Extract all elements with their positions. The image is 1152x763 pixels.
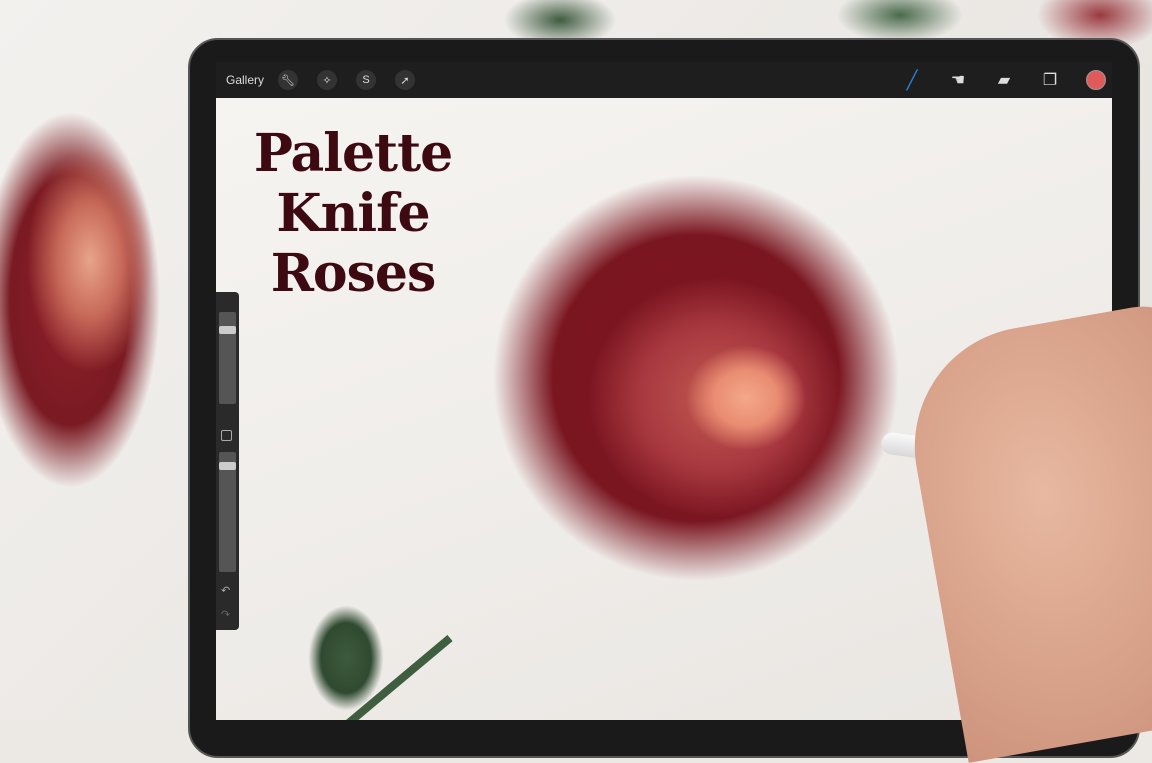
eraser-icon[interactable]: ▰ <box>994 70 1014 90</box>
color-picker-button[interactable] <box>1086 70 1106 90</box>
brush-size-slider[interactable] <box>219 312 236 404</box>
gallery-button[interactable]: Gallery <box>226 73 264 87</box>
layers-icon[interactable]: ❐ <box>1040 70 1060 90</box>
rose-stem <box>340 634 453 720</box>
smudge-icon[interactable]: ☚ <box>948 70 968 90</box>
title-line: Palette <box>253 123 453 184</box>
selection-icon[interactable]: S <box>356 70 377 90</box>
undo-icon[interactable]: ↶ <box>221 584 230 597</box>
title-text: Palette Knife Roses <box>250 124 456 304</box>
brush-icon[interactable]: ╱ <box>902 70 922 91</box>
arrow-icon[interactable]: ➚ <box>395 70 416 90</box>
opacity-slider[interactable] <box>219 452 236 572</box>
magic-wand-icon[interactable]: ✧ <box>317 70 338 90</box>
modify-button[interactable] <box>221 430 232 441</box>
slider-thumb[interactable] <box>219 326 236 334</box>
top-toolbar: Gallery 🔧︎ ✧ S ➚ ╱ ☚ ▰ ❐ <box>216 62 1112 98</box>
title-line: Knife <box>276 183 430 244</box>
title-line: Roses <box>270 243 437 304</box>
slider-thumb[interactable] <box>219 462 236 470</box>
redo-icon[interactable]: ↷ <box>221 608 230 621</box>
wrench-icon[interactable]: 🔧︎ <box>278 70 299 90</box>
left-sidebar: ↶ ↷ <box>216 292 239 630</box>
